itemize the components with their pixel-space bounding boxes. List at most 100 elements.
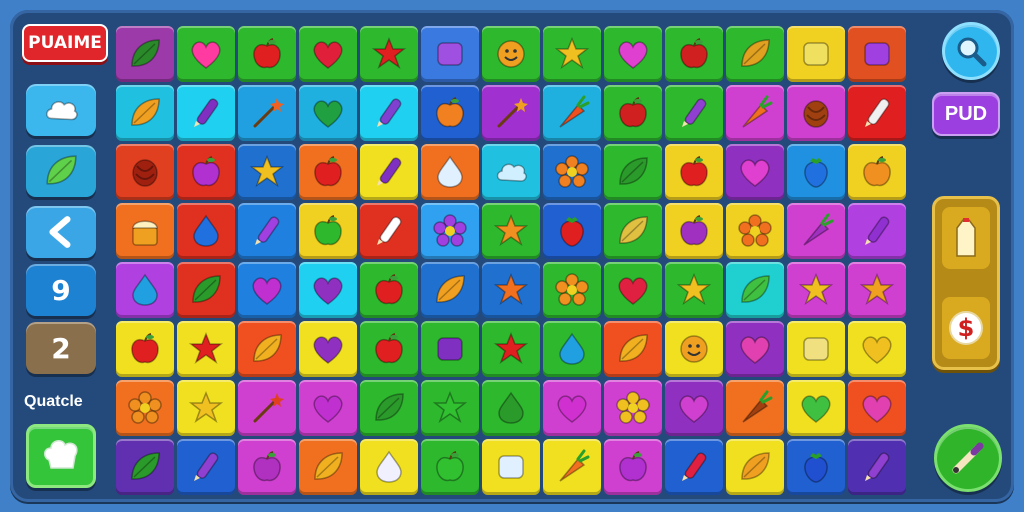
board-tile[interactable] <box>360 262 418 318</box>
board-tile[interactable] <box>543 380 601 436</box>
board-tile[interactable] <box>787 26 845 82</box>
board-tile[interactable] <box>665 439 723 495</box>
board-tile[interactable] <box>116 144 174 200</box>
board-tile[interactable] <box>848 26 906 82</box>
board-tile[interactable] <box>299 380 357 436</box>
board-tile[interactable] <box>177 144 235 200</box>
board-tile[interactable] <box>787 85 845 141</box>
board-tile[interactable] <box>665 203 723 259</box>
board-tile[interactable] <box>482 262 540 318</box>
board-tile[interactable] <box>177 262 235 318</box>
board-tile[interactable] <box>848 85 906 141</box>
board-tile[interactable] <box>543 26 601 82</box>
board-tile[interactable] <box>116 321 174 377</box>
board-tile[interactable] <box>726 380 784 436</box>
board-tile[interactable] <box>177 380 235 436</box>
board-tile[interactable] <box>421 26 479 82</box>
board-tile[interactable] <box>848 380 906 436</box>
board-tile[interactable] <box>299 144 357 200</box>
pud-button[interactable]: PUD <box>932 92 1000 136</box>
board-tile[interactable] <box>360 439 418 495</box>
board-tile[interactable] <box>177 26 235 82</box>
board-tile[interactable] <box>116 203 174 259</box>
board-tile[interactable] <box>177 439 235 495</box>
board-tile[interactable] <box>238 262 296 318</box>
board-tile[interactable] <box>482 144 540 200</box>
board-tile[interactable] <box>604 85 662 141</box>
board-tile[interactable] <box>848 321 906 377</box>
board-tile[interactable] <box>787 439 845 495</box>
board-tile[interactable] <box>360 85 418 141</box>
board-tile[interactable] <box>482 203 540 259</box>
board-tile[interactable] <box>604 262 662 318</box>
board-tile[interactable] <box>604 439 662 495</box>
board-tile[interactable] <box>177 321 235 377</box>
board-tile[interactable] <box>177 85 235 141</box>
board-tile[interactable] <box>482 26 540 82</box>
board-tile[interactable] <box>604 203 662 259</box>
board-tile[interactable] <box>116 439 174 495</box>
sidebar-number-button[interactable]: 2 <box>26 322 96 374</box>
board-tile[interactable] <box>238 85 296 141</box>
board-tile[interactable] <box>177 203 235 259</box>
board-tile[interactable] <box>238 321 296 377</box>
board-tile[interactable] <box>116 26 174 82</box>
board-tile[interactable] <box>299 26 357 82</box>
board-tile[interactable] <box>665 321 723 377</box>
board-tile[interactable] <box>238 380 296 436</box>
board-tile[interactable] <box>726 439 784 495</box>
board-tile[interactable] <box>665 26 723 82</box>
sidebar-leaf-button[interactable] <box>26 145 96 197</box>
board-tile[interactable] <box>360 26 418 82</box>
board-tile[interactable] <box>482 321 540 377</box>
board-tile[interactable] <box>726 262 784 318</box>
board-tile[interactable] <box>726 321 784 377</box>
board-tile[interactable] <box>238 144 296 200</box>
board-tile[interactable] <box>543 203 601 259</box>
board-tile[interactable] <box>543 262 601 318</box>
board-tile[interactable] <box>116 85 174 141</box>
pen-tool-button[interactable] <box>934 424 1002 492</box>
board-tile[interactable] <box>726 85 784 141</box>
board-tile[interactable] <box>787 321 845 377</box>
board-tile[interactable] <box>604 321 662 377</box>
board-tile[interactable] <box>238 203 296 259</box>
board-tile[interactable] <box>421 203 479 259</box>
board-tile[interactable] <box>848 203 906 259</box>
board-tile[interactable] <box>787 262 845 318</box>
board-tile[interactable] <box>116 262 174 318</box>
board-tile[interactable] <box>543 85 601 141</box>
chef-hat-button[interactable] <box>26 424 96 488</box>
sidebar-chevron-left-button[interactable] <box>26 206 96 258</box>
board-tile[interactable] <box>787 380 845 436</box>
board-tile[interactable] <box>421 144 479 200</box>
board-tile[interactable] <box>299 321 357 377</box>
board-tile[interactable] <box>604 380 662 436</box>
board-tile[interactable] <box>421 321 479 377</box>
board-tile[interactable] <box>421 85 479 141</box>
board-tile[interactable] <box>360 144 418 200</box>
board-tile[interactable] <box>238 26 296 82</box>
board-tile[interactable] <box>848 144 906 200</box>
board-tile[interactable] <box>238 439 296 495</box>
board-tile[interactable] <box>482 85 540 141</box>
board-tile[interactable] <box>299 262 357 318</box>
board-tile[interactable] <box>726 26 784 82</box>
board-tile[interactable] <box>299 439 357 495</box>
board-tile[interactable] <box>299 85 357 141</box>
board-tile[interactable] <box>665 262 723 318</box>
board-tile[interactable] <box>482 380 540 436</box>
board-tile[interactable] <box>604 144 662 200</box>
board-tile[interactable] <box>116 380 174 436</box>
board-tile[interactable] <box>848 439 906 495</box>
sidebar-cloud-button[interactable] <box>26 84 96 136</box>
board-tile[interactable] <box>543 321 601 377</box>
panel-slot-2[interactable]: $ <box>942 297 990 359</box>
board-tile[interactable] <box>665 144 723 200</box>
board-tile[interactable] <box>421 439 479 495</box>
board-tile[interactable] <box>665 380 723 436</box>
board-tile[interactable] <box>604 26 662 82</box>
board-tile[interactable] <box>665 85 723 141</box>
board-tile[interactable] <box>543 439 601 495</box>
board-tile[interactable] <box>360 380 418 436</box>
